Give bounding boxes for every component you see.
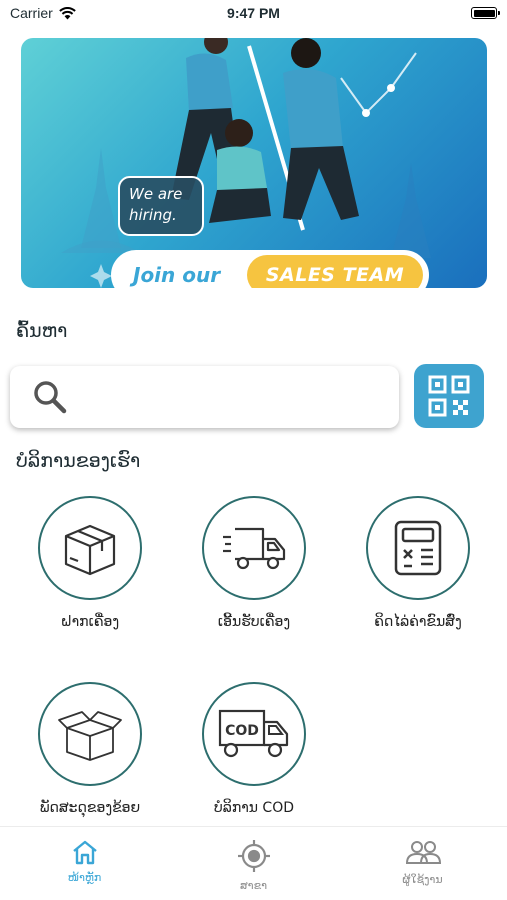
service-shipping-calculator[interactable]: ຄິດໄລ່ຄ່າຂົນສົ່ງ (348, 496, 488, 630)
service-circle (366, 496, 470, 600)
service-circle: COD (202, 682, 306, 786)
service-my-parcels[interactable]: ພັດສະດຸຂອງຂ້ອຍ (20, 682, 160, 816)
join-pill: Join our SALES TEAM (111, 250, 429, 288)
status-left: Carrier (10, 5, 76, 21)
service-circle (38, 682, 142, 786)
services-title: ບໍລິການຂອງເຮົາ (16, 450, 141, 472)
service-circle (38, 496, 142, 600)
service-label: ຝາກເຄື່ອງ (60, 614, 120, 630)
calculator-icon (394, 520, 442, 576)
tab-users[interactable]: ຜູ້ໃຊ້ງານ (338, 827, 507, 900)
tab-label: ສາຂາ (239, 879, 268, 892)
tab-bar: ໜ້າຫຼັກ ສາຂາ ຜູ້ໃຊ້ງານ (0, 826, 507, 900)
cod-truck-icon: COD (218, 709, 289, 758)
open-box-icon (58, 711, 122, 761)
cod-sign-text: COD (225, 723, 259, 739)
qr-code-icon (428, 375, 470, 417)
qr-scan-button[interactable] (414, 364, 484, 428)
search-icon (34, 381, 67, 414)
tab-label: ຜູ້ໃຊ້ງານ (402, 873, 443, 886)
hiring-line-2: hiring. (129, 206, 177, 224)
carrier-label: Carrier (10, 5, 53, 21)
service-cod[interactable]: COD ບໍລິການ COD (184, 682, 324, 816)
hiring-banner[interactable]: We are hiring. Join our SALES TEAM (21, 38, 487, 288)
service-label: ເອີ້ນຮັບເຄື່ອງ (217, 614, 291, 630)
hiring-bubble: We are hiring. (118, 176, 204, 236)
service-label: ບໍລິການ COD (213, 800, 295, 816)
battery-icon (471, 7, 500, 19)
hiring-line-1: We are (129, 185, 183, 203)
wifi-icon (58, 6, 76, 19)
status-time: 9:47 PM (227, 5, 280, 21)
service-request-pickup[interactable]: ເອີ້ນຮັບເຄື່ອງ (184, 496, 324, 630)
box-icon (64, 524, 116, 576)
sales-team-pill: SALES TEAM (247, 255, 423, 288)
tab-home[interactable]: ໜ້າຫຼັກ (0, 827, 169, 900)
tab-branches[interactable]: ສາຂາ (169, 827, 338, 900)
tab-label: ໜ້າຫຼັກ (67, 871, 102, 884)
search-input[interactable] (78, 387, 399, 407)
home-icon (72, 840, 97, 865)
search-title: ຄົ້ນຫາ (16, 320, 68, 342)
service-label: ພັດສະດຸຂອງຂ້ອຍ (39, 800, 141, 816)
location-target-icon (237, 840, 270, 872)
status-bar: Carrier 9:47 PM (0, 0, 507, 26)
service-label: ຄິດໄລ່ຄ່າຂົນສົ່ງ (374, 614, 462, 630)
service-send-parcel[interactable]: ຝາກເຄື່ອງ (20, 496, 160, 630)
users-icon (405, 841, 441, 864)
truck-icon (223, 527, 286, 570)
service-circle (202, 496, 306, 600)
join-text: Join our (133, 263, 221, 287)
search-box[interactable] (10, 366, 399, 428)
